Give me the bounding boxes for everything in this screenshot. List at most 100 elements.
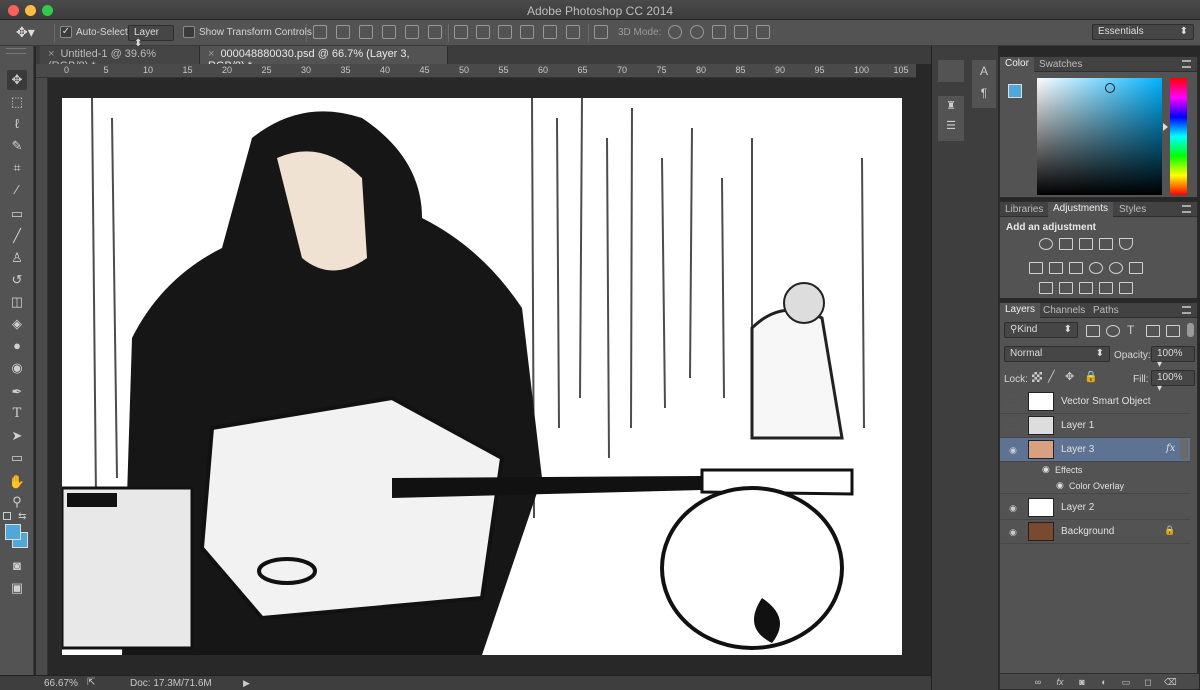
distribute-left-icon[interactable] — [520, 25, 534, 39]
auto-align-layers-icon[interactable] — [594, 25, 608, 39]
eye-icon[interactable]: ◉ — [1007, 502, 1019, 514]
layer-row-vector-smart-object[interactable]: Vector Smart Object — [1000, 390, 1190, 414]
distribute-right-icon[interactable] — [566, 25, 580, 39]
canvas-area[interactable] — [48, 78, 916, 675]
history-panel-icon[interactable] — [938, 60, 964, 82]
quick-select-tool-icon[interactable]: ✎ — [7, 136, 27, 156]
character-paragraph-icons[interactable]: A ¶ — [972, 60, 996, 108]
eyedropper-tool-icon[interactable]: ⁄ — [7, 180, 27, 200]
hue-slider[interactable] — [1170, 78, 1187, 195]
opacity-field[interactable]: 100% ▾ — [1151, 346, 1195, 370]
exposure-icon[interactable] — [1099, 238, 1113, 250]
eraser-tool-icon[interactable]: ◫ — [7, 292, 27, 312]
lasso-tool-icon[interactable]: ℓ — [7, 114, 27, 134]
hand-tool-icon[interactable]: ✋ — [7, 472, 27, 492]
tab-color[interactable]: Color — [1000, 57, 1034, 72]
gradient-map-icon[interactable] — [1119, 282, 1133, 294]
new-layer-icon[interactable]: ◻ — [1142, 677, 1154, 687]
fg-color-chip[interactable] — [1008, 84, 1022, 98]
tab-channels[interactable]: Channels — [1038, 304, 1090, 317]
tab-swatches[interactable]: Swatches — [1034, 58, 1087, 71]
tab-libraries[interactable]: Libraries — [1000, 203, 1048, 216]
distribute-bottom-icon[interactable] — [498, 25, 512, 39]
align-hcenter-icon[interactable] — [405, 25, 419, 39]
brushes-panel-icon[interactable]: ♜ ☰ — [938, 96, 964, 141]
invert-icon[interactable] — [1039, 282, 1053, 294]
layer-row-layer-2[interactable]: ◉ Layer 2 — [1000, 496, 1190, 520]
align-right-icon[interactable] — [428, 25, 442, 39]
color-balance-icon[interactable] — [1049, 262, 1063, 274]
panel-menu-icon[interactable] — [1182, 205, 1191, 213]
3d-scale-icon[interactable] — [756, 25, 770, 39]
add-layer-style-icon[interactable]: fx — [1054, 677, 1066, 687]
visibility-toggle[interactable] — [1007, 396, 1017, 406]
panel-menu-icon[interactable] — [1182, 306, 1191, 314]
tab-untitled-1[interactable]: ×Untitled-1 @ 39.6% (RGB/8) * — [40, 46, 200, 72]
close-tab-icon[interactable]: × — [208, 48, 214, 60]
align-left-icon[interactable] — [382, 25, 396, 39]
type-tool-icon[interactable]: T — [7, 404, 27, 424]
color-picker-handle[interactable] — [1105, 83, 1115, 93]
distribute-vcenter-icon[interactable] — [476, 25, 490, 39]
align-vcenter-icon[interactable] — [336, 25, 350, 39]
status-menu-arrow-icon[interactable]: ▶ — [243, 678, 250, 689]
tab-000048880030-psd[interactable]: ×000048880030.psd @ 66.7% (Layer 3, RGB/… — [200, 46, 448, 72]
paint-bucket-tool-icon[interactable]: ◈ — [7, 314, 27, 334]
distribute-top-icon[interactable] — [454, 25, 468, 39]
panel-menu-icon[interactable] — [1182, 60, 1191, 68]
fill-field[interactable]: 100% ▾ — [1151, 370, 1195, 394]
filter-shape-icon[interactable] — [1146, 325, 1160, 337]
move-tool-icon[interactable]: ✥ — [7, 70, 27, 90]
zoom-tool-icon[interactable]: ⚲ — [7, 492, 27, 512]
blend-mode-dropdown[interactable]: Normal ⬍ — [1004, 346, 1110, 362]
add-mask-icon[interactable]: ◙ — [1076, 677, 1088, 687]
marquee-tool-icon[interactable]: ⬚ — [7, 92, 27, 112]
fx-icon[interactable]: fx — [1166, 443, 1175, 454]
tab-styles[interactable]: Styles — [1114, 203, 1151, 216]
color-overlay-row[interactable]: ◉ Color Overlay — [1000, 478, 1190, 494]
3d-drag-icon[interactable] — [712, 25, 726, 39]
eye-icon[interactable]: ◉ — [1007, 444, 1019, 456]
screen-mode-icon[interactable]: ▣ — [7, 578, 27, 598]
lock-pixels-icon[interactable]: ╱ — [1048, 370, 1055, 383]
pen-tool-icon[interactable]: ✒ — [7, 382, 27, 402]
distribute-hcenter-icon[interactable] — [543, 25, 557, 39]
link-layers-icon[interactable]: ∞ — [1032, 677, 1044, 687]
visibility-toggle[interactable] — [1007, 420, 1017, 430]
close-tab-icon[interactable]: × — [48, 48, 54, 60]
blur-tool-icon[interactable]: ● — [7, 336, 27, 356]
vertical-ruler[interactable] — [36, 78, 48, 675]
black-white-icon[interactable] — [1069, 262, 1083, 274]
brightness-contrast-icon[interactable] — [1039, 238, 1053, 250]
hue-saturation-icon[interactable] — [1029, 262, 1043, 274]
history-brush-tool-icon[interactable]: ↺ — [7, 270, 27, 290]
delete-layer-icon[interactable]: ⌫ — [1164, 677, 1177, 687]
color-field[interactable] — [1037, 78, 1162, 195]
layer-row-background[interactable]: ◉ Background 🔒 — [1000, 520, 1190, 544]
selective-color-icon[interactable] — [1099, 282, 1113, 294]
align-bottom-icon[interactable] — [359, 25, 373, 39]
vibrance-icon[interactable] — [1119, 238, 1133, 250]
new-group-icon[interactable]: ▭ — [1120, 677, 1132, 687]
lock-transparent-icon[interactable] — [1032, 372, 1042, 382]
lock-all-icon[interactable]: 🔒 — [1084, 370, 1098, 383]
move-tool-preset-icon[interactable]: ✥▾ — [16, 24, 35, 41]
clone-stamp-tool-icon[interactable]: ♙ — [7, 248, 27, 268]
effects-eye-icon[interactable]: ◉ — [1042, 464, 1050, 475]
layer-row-layer-1[interactable]: Layer 1 — [1000, 414, 1190, 438]
threshold-icon[interactable] — [1079, 282, 1093, 294]
layer-filter-dropdown[interactable]: ⚲Kind ⬍ — [1004, 322, 1078, 338]
levels-icon[interactable] — [1059, 238, 1073, 250]
photo-filter-icon[interactable] — [1089, 262, 1103, 274]
auto-select-target-dropdown[interactable]: Layer ⬍ — [128, 25, 174, 49]
zoom-level[interactable]: 66.67% — [44, 678, 78, 689]
horizontal-ruler[interactable]: 0 5 10 15 20 25 30 35 40 45 50 55 60 65 70 75 80 85 90 95 10… — [36, 64, 916, 78]
share-icon[interactable]: ⇱ — [87, 677, 95, 688]
document-canvas[interactable] — [62, 98, 902, 655]
3d-rotate-icon[interactable] — [668, 25, 682, 39]
layer-row-layer-3[interactable]: ◉ Layer 3 fx — [1000, 438, 1190, 462]
tab-paths[interactable]: Paths — [1088, 304, 1124, 317]
rectangle-tool-icon[interactable]: ▭ — [7, 448, 27, 468]
channel-mixer-icon[interactable] — [1109, 262, 1123, 274]
default-colors-icon[interactable] — [3, 512, 11, 520]
